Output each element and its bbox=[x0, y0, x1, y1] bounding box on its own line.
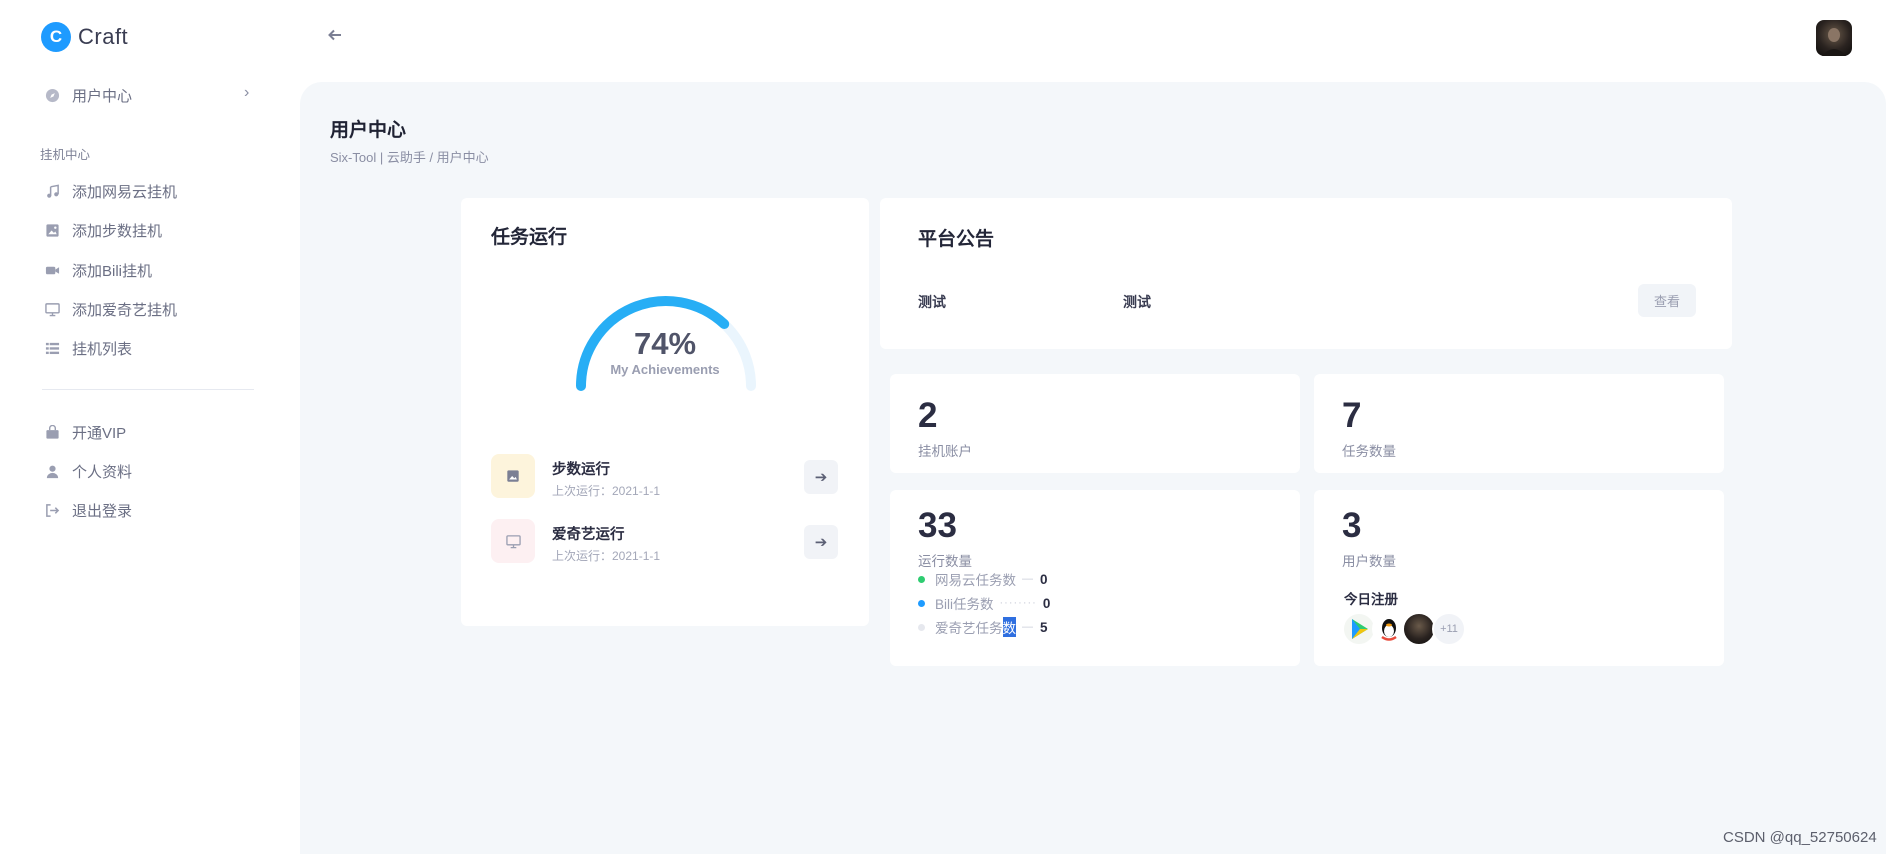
runs-breakdown-row: 网易云任务数 — 0 bbox=[918, 570, 1048, 588]
sidebar-item-label: 添加爱奇艺挂机 bbox=[72, 301, 178, 319]
notice-item: 测试 bbox=[1123, 294, 1151, 310]
stat-card-accounts: 2 挂机账户 bbox=[890, 374, 1300, 473]
bag-icon bbox=[44, 424, 60, 440]
stat-value: 33 bbox=[918, 506, 957, 545]
list-icon bbox=[44, 340, 60, 356]
sidebar-item-bili[interactable]: 添加Bili挂机 bbox=[44, 258, 152, 282]
sidebar-item-label: 挂机列表 bbox=[72, 340, 133, 358]
stat-card-runs: 33 运行数量 网易云任务数 — 0 Bili任务数 ········ 0 爱奇… bbox=[890, 490, 1300, 666]
notice-item: 测试 bbox=[918, 294, 946, 310]
breakdown-label: 爱奇艺任务 bbox=[935, 621, 1003, 636]
sidebar-item-label: 添加Bili挂机 bbox=[72, 262, 153, 280]
sidebar-divider bbox=[42, 389, 254, 390]
brand-logo[interactable]: C Craft bbox=[41, 22, 128, 52]
back-arrow-icon[interactable] bbox=[328, 28, 342, 47]
page-title: 用户中心 bbox=[330, 120, 407, 141]
sidebar-item-vip[interactable]: 开通VIP bbox=[44, 420, 126, 444]
task-name: 爱奇艺运行 bbox=[552, 527, 625, 543]
task-last-run: 上次运行：2021-1-1 bbox=[552, 484, 661, 498]
stat-value: 7 bbox=[1342, 396, 1362, 435]
breakdown-value: 0 bbox=[1040, 571, 1048, 587]
progress-percent: 74% bbox=[633, 326, 697, 361]
today-registered-title: 今日注册 bbox=[1344, 592, 1398, 607]
progress-caption: My Achievements bbox=[610, 362, 720, 377]
task-name: 步数运行 bbox=[552, 462, 610, 478]
task-go-button[interactable]: ➔ bbox=[804, 525, 838, 559]
breakdown-label: 网易云任务数 bbox=[935, 573, 1016, 588]
stat-value: 3 bbox=[1342, 506, 1362, 545]
sidebar-item-user-center[interactable]: 用户中心 bbox=[44, 83, 132, 107]
stat-label: 挂机账户 bbox=[918, 444, 972, 459]
sidebar-section-title: 挂机中心 bbox=[40, 148, 91, 162]
legend-dot bbox=[918, 623, 925, 631]
music-icon bbox=[44, 183, 60, 199]
chevron-right-icon[interactable]: › bbox=[244, 84, 249, 102]
stat-label: 运行数量 bbox=[918, 554, 972, 569]
monitor-icon bbox=[44, 301, 60, 317]
user-avatar[interactable] bbox=[1816, 20, 1852, 56]
sidebar-item-label: 添加步数挂机 bbox=[72, 222, 163, 240]
compass-icon bbox=[44, 87, 60, 103]
sidebar-item-label: 开通VIP bbox=[72, 424, 127, 442]
notice-card-title: 平台公告 bbox=[918, 229, 995, 250]
stat-label: 用户数量 bbox=[1342, 554, 1396, 569]
runs-breakdown-row: Bili任务数 ········ 0 bbox=[918, 594, 1050, 612]
leader-dash: — bbox=[1022, 621, 1034, 633]
task-go-button[interactable]: ➔ bbox=[804, 460, 838, 494]
arrow-right-icon: ➔ bbox=[814, 534, 828, 551]
sidebar-item-logout[interactable]: 退出登录 bbox=[44, 498, 132, 522]
breakdown-label: Bili任务数 bbox=[935, 597, 994, 612]
legend-dot bbox=[918, 575, 925, 583]
avatar[interactable] bbox=[1372, 612, 1406, 646]
breakdown-value: 5 bbox=[1040, 619, 1048, 635]
image-icon bbox=[44, 222, 60, 238]
stat-card-users: 3 用户数量 今日注册 +11 bbox=[1314, 490, 1724, 666]
logo-mark-icon: C bbox=[41, 22, 71, 52]
sidebar-item-list[interactable]: 挂机列表 bbox=[44, 336, 132, 360]
stat-label: 任务数量 bbox=[1342, 444, 1396, 459]
sidebar-item-steps[interactable]: 添加步数挂机 bbox=[44, 218, 162, 242]
runs-breakdown-row: 爱奇艺任务数 — 5 bbox=[918, 617, 1048, 637]
watermark: CSDN @qq_52750624 bbox=[1723, 829, 1877, 846]
task-last-run: 上次运行：2021-1-1 bbox=[552, 549, 661, 563]
task-running-card: 任务运行 74% My Achievements 步数运行 上次运行：2021-… bbox=[461, 198, 869, 626]
breakdown-value: 0 bbox=[1042, 595, 1051, 611]
stat-card-tasks: 7 任务数量 bbox=[1314, 374, 1724, 473]
more-avatars-count[interactable]: +11 bbox=[1432, 612, 1466, 646]
image-icon bbox=[491, 454, 535, 498]
avatar[interactable] bbox=[1342, 612, 1376, 646]
legend-dot bbox=[918, 599, 925, 607]
avatar[interactable] bbox=[1402, 612, 1436, 646]
leader-dash: — bbox=[1022, 573, 1034, 585]
sidebar-item-iqiyi[interactable]: 添加爱奇艺挂机 bbox=[44, 297, 177, 321]
platform-notice-card: 平台公告 测试 测试 查看 bbox=[880, 198, 1732, 349]
breadcrumb: Six-Tool | 云助手 / 用户中心 bbox=[330, 150, 489, 165]
brand-name: Craft bbox=[78, 24, 129, 49]
sidebar-item-label: 用户中心 bbox=[72, 87, 133, 105]
sidebar-item-profile[interactable]: 个人资料 bbox=[44, 459, 132, 483]
stat-value: 2 bbox=[918, 396, 938, 435]
task-card-title: 任务运行 bbox=[491, 227, 568, 248]
task-row-iqiyi: 爱奇艺运行 上次运行：2021-1-1 ➔ bbox=[491, 519, 841, 565]
sidebar-item-label: 个人资料 bbox=[72, 463, 133, 481]
monitor-icon bbox=[491, 519, 535, 563]
user-icon bbox=[44, 463, 60, 479]
selected-text: 数 bbox=[1002, 617, 1016, 637]
arrow-right-icon: ➔ bbox=[814, 469, 828, 486]
video-icon bbox=[44, 262, 60, 278]
sidebar: C Craft 用户中心 › 挂机中心 添加网易云挂机 添加步数挂机 添加Bil… bbox=[0, 0, 300, 854]
sidebar-item-netease[interactable]: 添加网易云挂机 bbox=[44, 179, 177, 203]
leader-dash: ········ bbox=[999, 597, 1037, 609]
registered-avatars: +11 bbox=[1342, 612, 1466, 646]
logout-icon bbox=[44, 502, 60, 518]
sidebar-item-label: 添加网易云挂机 bbox=[72, 183, 178, 201]
task-row-steps: 步数运行 上次运行：2021-1-1 ➔ bbox=[491, 454, 841, 500]
view-notice-button[interactable]: 查看 bbox=[1638, 284, 1696, 317]
sidebar-item-label: 退出登录 bbox=[72, 502, 133, 520]
